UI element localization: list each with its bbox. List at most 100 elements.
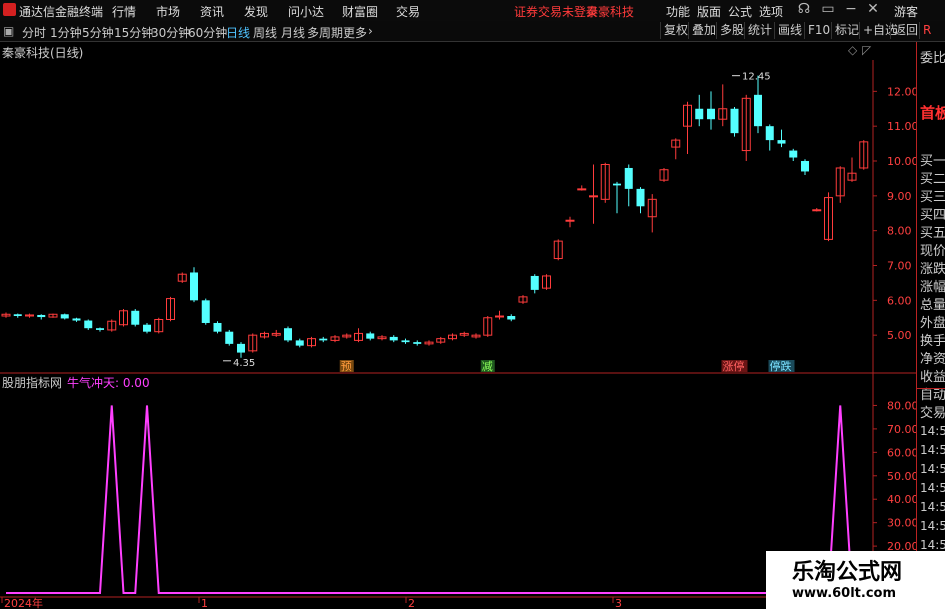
- y-tick-label: 12.00: [887, 85, 916, 98]
- candle-body: [565, 219, 575, 222]
- y-tick-label: 11.00: [887, 120, 916, 133]
- side-label-12: 换手: [920, 334, 945, 349]
- event-marker: 减: [482, 360, 493, 373]
- candle-body: [413, 342, 422, 344]
- tool-back[interactable]: 返回: [890, 22, 921, 39]
- tool-stats[interactable]: 统计: [744, 22, 775, 39]
- candle-body: [530, 275, 539, 290]
- candle-body: [225, 331, 234, 344]
- tool-mark[interactable]: 标记: [831, 22, 862, 39]
- chart-svg[interactable]: 12.00 11.00 10.00 9.00 8.00 7.00 6.00 5.00 80.00…: [0, 42, 916, 609]
- candle-body: [789, 150, 798, 158]
- period-15min[interactable]: 15分钟: [114, 24, 153, 41]
- candle-body: [295, 340, 304, 346]
- panel-r-icon[interactable]: R: [919, 22, 934, 39]
- diamond-icon[interactable]: ◇: [848, 43, 857, 57]
- chart-title-dropdown-icon[interactable]: ⌄: [72, 43, 82, 57]
- side-label-3: 买二: [920, 172, 945, 187]
- candle-body: [589, 195, 598, 198]
- close-icon[interactable]: ✕: [864, 1, 882, 17]
- side-time-5: 14:56: [920, 519, 945, 533]
- x-tick-label: 1: [201, 597, 208, 609]
- tool-adjust[interactable]: 复权: [660, 22, 691, 39]
- tool-multistock[interactable]: 多股: [716, 22, 747, 39]
- side-time-0: 14:56: [920, 424, 945, 438]
- ind-y-tick-label: 80.00: [887, 399, 916, 412]
- tool-f10[interactable]: F10: [804, 22, 833, 39]
- indicator-group: [6, 405, 864, 594]
- side-label-1: 首板: [920, 104, 945, 122]
- side-label-10: 总量: [920, 298, 945, 313]
- side-time-6: 14:56: [920, 538, 945, 552]
- side-label-8: 涨跌: [920, 262, 945, 277]
- ind-y-tick-label: 30.00: [887, 517, 916, 530]
- chart-area[interactable]: 12.00 11.00 10.00 9.00 8.00 7.00 6.00 5.00 80.00…: [0, 42, 916, 609]
- y-tick-label: 7.00: [887, 260, 912, 273]
- indicator-line: [6, 405, 864, 594]
- candle-body: [613, 183, 621, 186]
- low-price-label: 4.35: [233, 358, 255, 369]
- side-divider: [917, 388, 945, 389]
- candle-body: [190, 272, 198, 301]
- menu-item-ask[interactable]: 问小达: [288, 3, 324, 20]
- side-time-4: 14:56: [920, 500, 945, 514]
- event-marker: 涨停: [723, 359, 745, 373]
- candle-body: [777, 140, 786, 144]
- ind-y-tick-label: 40.00: [887, 493, 916, 506]
- candle-body: [577, 188, 587, 191]
- sidebar-toggle-icon[interactable]: ▣: [3, 24, 14, 38]
- ind-y-tick-label: 70.00: [887, 423, 916, 436]
- candle-body: [237, 343, 245, 353]
- side-label-4: 买三: [920, 190, 945, 205]
- restore-icon[interactable]: ▭: [819, 1, 837, 17]
- expand-icon[interactable]: ◸: [862, 43, 871, 57]
- period-intraday[interactable]: 分时: [22, 24, 46, 41]
- menu-item-discover[interactable]: 发现: [244, 3, 268, 20]
- candle-body: [37, 314, 46, 318]
- menu-item-layout[interactable]: 版面: [697, 3, 721, 20]
- menu-item-wealth[interactable]: 财富圈: [342, 3, 378, 20]
- period-weekly[interactable]: 周线: [253, 24, 277, 41]
- period-30min[interactable]: 30分钟: [151, 24, 190, 41]
- period-daily[interactable]: 日线: [226, 24, 250, 41]
- side-label-7: 现价: [920, 244, 945, 259]
- menu-item-function[interactable]: 功能: [666, 3, 690, 20]
- side-label-6: 买五: [920, 226, 945, 241]
- app-logo-icon: [3, 3, 16, 16]
- app-title: 通达信金融终端: [19, 5, 104, 19]
- menu-item-market[interactable]: 市场: [156, 3, 180, 20]
- menu-item-trade[interactable]: 交易: [396, 3, 420, 20]
- side-label-5: 买四: [920, 208, 945, 223]
- event-marker: 预: [341, 360, 352, 373]
- menu-item-options[interactable]: 选项: [759, 3, 783, 20]
- ind-y-tick-label: 50.00: [887, 470, 916, 483]
- tool-draw[interactable]: 画线: [774, 22, 805, 39]
- guest-label[interactable]: 游客: [894, 3, 918, 20]
- period-monthly[interactable]: 月线: [281, 24, 305, 41]
- minimize-icon[interactable]: −: [842, 1, 860, 17]
- stock-name-header: 秦豪科技: [586, 5, 635, 19]
- menu-item-quotes[interactable]: 行情: [112, 3, 136, 20]
- candle-body: [72, 318, 81, 321]
- side-label-0: 委比: [920, 51, 945, 66]
- candle-body: [131, 310, 140, 325]
- candle-body: [143, 324, 151, 332]
- period-multi[interactable]: 多周期: [307, 24, 343, 41]
- tool-overlay[interactable]: 叠加: [688, 22, 719, 39]
- side-time-3: 14:56: [920, 481, 945, 495]
- menu-item-news[interactable]: 资讯: [200, 3, 224, 20]
- side-label-16: 交易: [920, 406, 945, 421]
- candle-body: [695, 108, 704, 120]
- side-label-14: 收益: [920, 370, 945, 385]
- menu-item-formula[interactable]: 公式: [728, 3, 752, 20]
- period-5min[interactable]: 5分钟: [82, 24, 114, 41]
- headset-icon[interactable]: ☊: [795, 1, 813, 17]
- candle-body: [389, 336, 398, 341]
- side-label-2: 买一: [920, 154, 945, 169]
- more-arrow-icon[interactable]: ›: [368, 24, 373, 38]
- y-tick-label: 10.00: [887, 155, 916, 168]
- period-60min[interactable]: 60分钟: [188, 24, 227, 41]
- candle-body: [201, 300, 210, 323]
- period-more[interactable]: 更多: [343, 24, 367, 41]
- period-1min[interactable]: 1分钟: [50, 24, 82, 41]
